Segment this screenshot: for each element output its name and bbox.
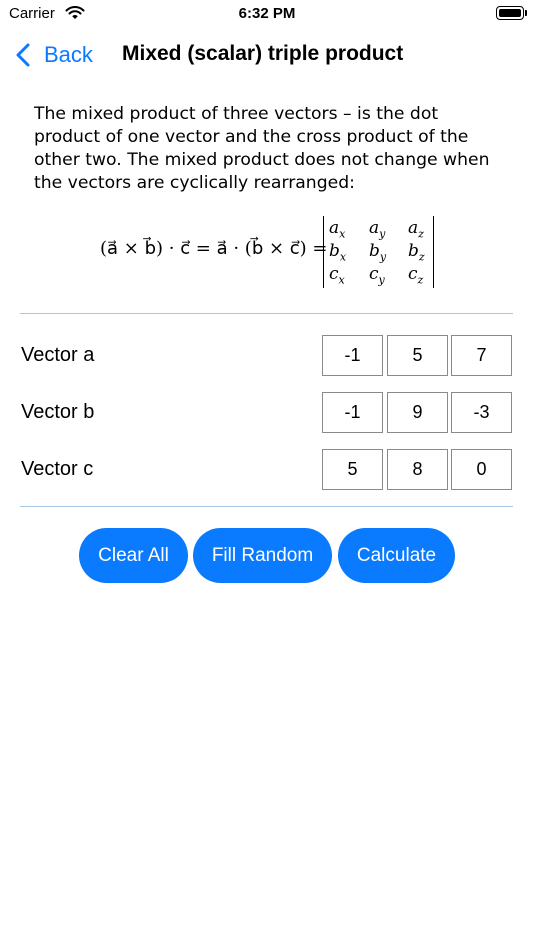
triple-product-formula: (a⃗ × b⃗) · c⃗ = a⃗ · (b⃗ × c⃗) = ax ay … xyxy=(96,214,441,290)
top-divider xyxy=(20,313,513,314)
back-label: Back xyxy=(44,42,93,67)
matrix-cell: cx xyxy=(329,264,345,287)
vector-b-x-field[interactable]: -1 xyxy=(322,392,383,433)
vector-b-y-field[interactable]: 9 xyxy=(387,392,448,433)
vector-b-z-field[interactable]: -3 xyxy=(451,392,512,433)
matrix-cell: by xyxy=(369,241,387,264)
matrix-cell: cz xyxy=(408,264,424,287)
calculate-button[interactable]: Calculate xyxy=(338,528,455,583)
description-text: The mixed product of three vectors – is … xyxy=(34,104,490,193)
matrix-cell: ay xyxy=(369,218,386,241)
formula-lhs: (a⃗ × b⃗) · c⃗ = a⃗ · (b⃗ × c⃗) = xyxy=(100,238,328,259)
bottom-divider xyxy=(20,506,513,507)
determinant-right-bar xyxy=(433,216,434,288)
chevron-left-icon xyxy=(16,43,30,67)
vector-a-label: Vector a xyxy=(21,344,95,366)
matrix-cell: az xyxy=(408,218,424,241)
clear-all-button[interactable]: Clear All xyxy=(79,528,188,583)
vector-c-y-field[interactable]: 8 xyxy=(387,449,448,490)
matrix-cell: bz xyxy=(408,241,425,264)
vector-c-x-field[interactable]: 5 xyxy=(322,449,383,490)
matrix-cell: cy xyxy=(369,264,385,287)
vector-b-label: Vector b xyxy=(21,401,95,423)
vector-c-z-field[interactable]: 0 xyxy=(451,449,512,490)
battery-icon xyxy=(496,6,524,20)
page-title: Mixed (scalar) triple product xyxy=(122,42,404,65)
matrix-cell: bx xyxy=(329,241,347,264)
clock: 6:32 PM xyxy=(238,5,296,22)
determinant-left-bar xyxy=(323,216,324,288)
vector-a-z-field[interactable]: 7 xyxy=(451,335,512,376)
status-bar: Carrier 6:32 PM xyxy=(0,0,534,30)
back-button[interactable]: Back xyxy=(16,40,93,70)
navigation-bar: Back Mixed (scalar) triple product xyxy=(0,30,534,80)
battery-cap xyxy=(525,10,527,16)
fill-random-button[interactable]: Fill Random xyxy=(193,528,332,583)
vector-a-x-field[interactable]: -1 xyxy=(322,335,383,376)
vector-a-y-field[interactable]: 5 xyxy=(387,335,448,376)
matrix-cell: ax xyxy=(329,218,346,241)
vector-c-label: Vector c xyxy=(21,458,94,480)
